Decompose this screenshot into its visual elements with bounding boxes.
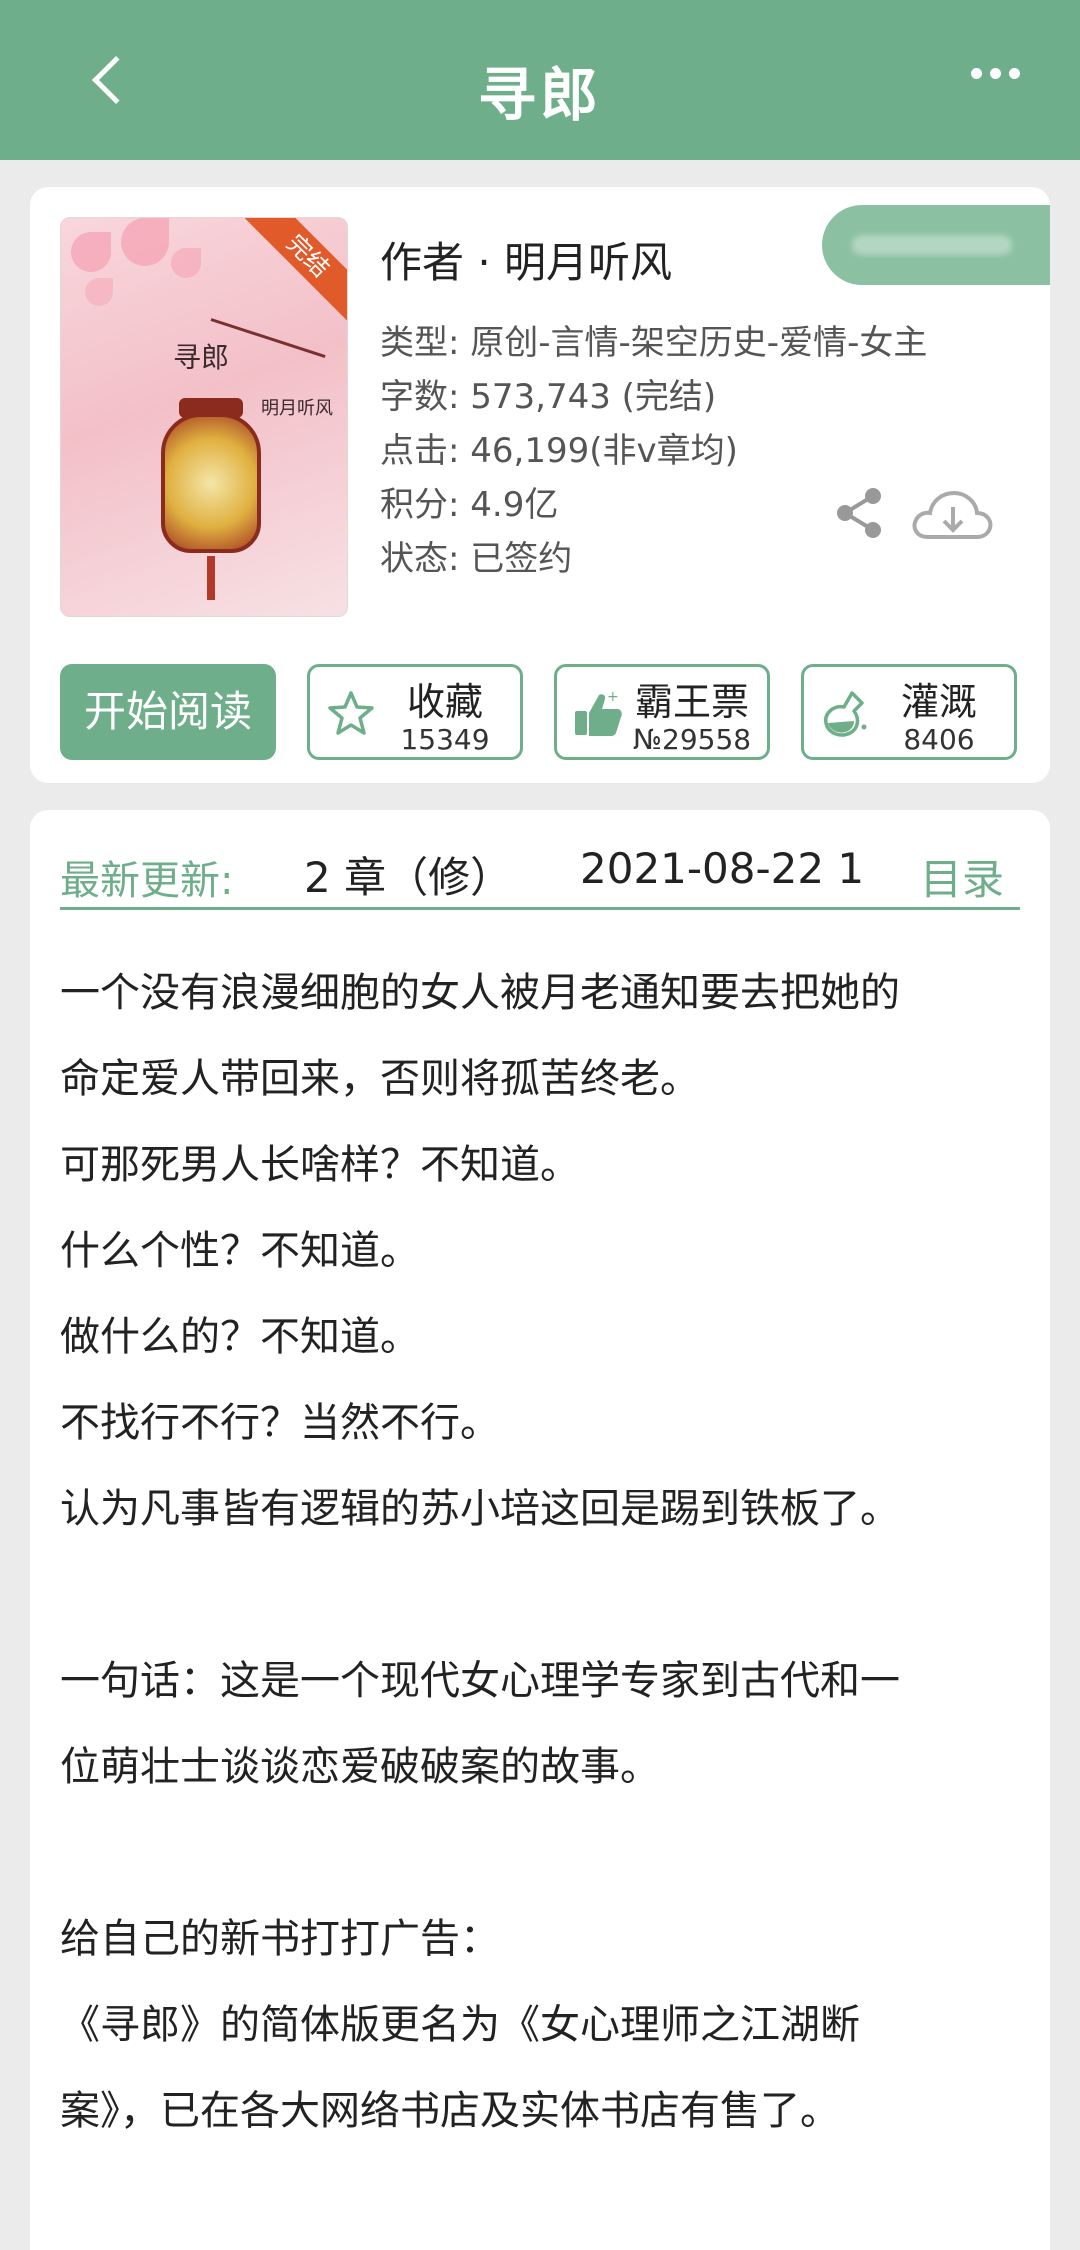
collect-button[interactable]: 收藏 15349 [307, 664, 523, 760]
meta-word-count: 字数: 573,743 (完结) [380, 377, 717, 417]
lantern-tassel [207, 556, 215, 600]
description-line: 不找行不行？当然不行。 [60, 1400, 500, 1446]
blossom-decoration [121, 218, 169, 266]
description-line: 可那死男人长啥样？不知道。 [60, 1142, 580, 1188]
book-cover[interactable]: 寻郎 明月听风 完结 [60, 217, 348, 617]
top-bar: 寻郎 [0, 0, 1080, 160]
description-line: 认为凡事皆有逻辑的苏小培这回是踢到铁板了。 [60, 1486, 900, 1532]
book-info-card: 寻郎 明月听风 完结 作者 · 明月听风 类型: 原创-言情-架空历史-爱情-女… [30, 187, 1050, 783]
description-line: 一个没有浪漫细胞的女人被月老通知要去把她的 [60, 970, 900, 1016]
description-line: 案》，已在各大网络书店及实体书店有售了。 [60, 2088, 840, 2134]
author-line[interactable]: 作者 · 明月听风 [380, 229, 672, 290]
cover-author: 明月听风 [261, 398, 333, 419]
meta-status: 状态: 已签约 [380, 539, 573, 579]
more-dot-icon [990, 68, 1001, 79]
cloud-download-icon[interactable] [910, 483, 994, 545]
description-line [60, 1810, 1030, 1896]
description-line: 什么个性？不知道。 [60, 1228, 420, 1274]
more-dot-icon [971, 68, 982, 79]
share-icon[interactable] [835, 487, 885, 539]
meta-score: 积分: 4.9亿 [380, 485, 559, 525]
more-options-button[interactable] [971, 68, 1020, 79]
vote-label: 霸王票 [634, 680, 749, 724]
blossom-decoration [85, 278, 113, 306]
latest-update-date: 2021-08-22 1 [580, 844, 865, 893]
latest-update-label: 最新更新: [60, 858, 234, 904]
page-title: 寻郎 [477, 61, 602, 129]
more-dot-icon [1009, 68, 1020, 79]
description-line: 位萌壮士谈谈恋爱破破案的故事。 [60, 1744, 660, 1790]
blurred-pill-button[interactable] [822, 205, 1050, 285]
vote-count: №29558 [632, 723, 752, 756]
water-button[interactable]: 灌溉 8406 [801, 664, 1017, 760]
collect-label: 收藏 [406, 680, 483, 724]
water-count: 8406 [903, 723, 975, 756]
book-description: 一个没有浪漫细胞的女人被月老通知要去把她的 命定爱人带回来，否则将孤苦终老。 可… [60, 950, 1030, 2154]
start-reading-button[interactable]: 开始阅读 [60, 664, 276, 760]
description-line: 一句话：这是一个现代女心理学专家到古代和一 [60, 1658, 900, 1704]
table-of-contents-link[interactable]: 目录 [920, 846, 1004, 907]
description-line: 给自己的新书打打广告： [60, 1916, 500, 1962]
description-card: 最新更新: 2 章（修） 2021-08-22 1 目录 一个没有浪漫细胞的女人… [30, 810, 1050, 2250]
meta-clicks: 点击: 46,199(非v章均) [380, 431, 738, 471]
description-line [60, 1552, 1030, 1638]
meta-genre: 类型: 原创-言情-架空历史-爱情-女主 [380, 323, 928, 363]
blossom-decoration [71, 232, 111, 272]
latest-update-row[interactable]: 最新更新: 2 章（修） 2021-08-22 1 目录 [60, 838, 1020, 910]
blossom-decoration [171, 248, 201, 278]
water-label: 灌溉 [900, 680, 977, 724]
latest-chapter[interactable]: 2 章（修） [304, 844, 512, 905]
description-line: 《寻郎》的简体版更名为《女心理师之江湖断 [60, 2002, 860, 2048]
lantern-illustration [161, 413, 261, 553]
description-line: 做什么的？不知道。 [60, 1314, 420, 1360]
completed-badge: 完结 [242, 218, 347, 322]
vote-button[interactable]: + 霸王票 №29558 [554, 664, 770, 760]
collect-count: 15349 [400, 723, 490, 756]
cover-title: 寻郎 [173, 341, 230, 374]
description-line: 命定爱人带回来，否则将孤苦终老。 [60, 1056, 700, 1102]
